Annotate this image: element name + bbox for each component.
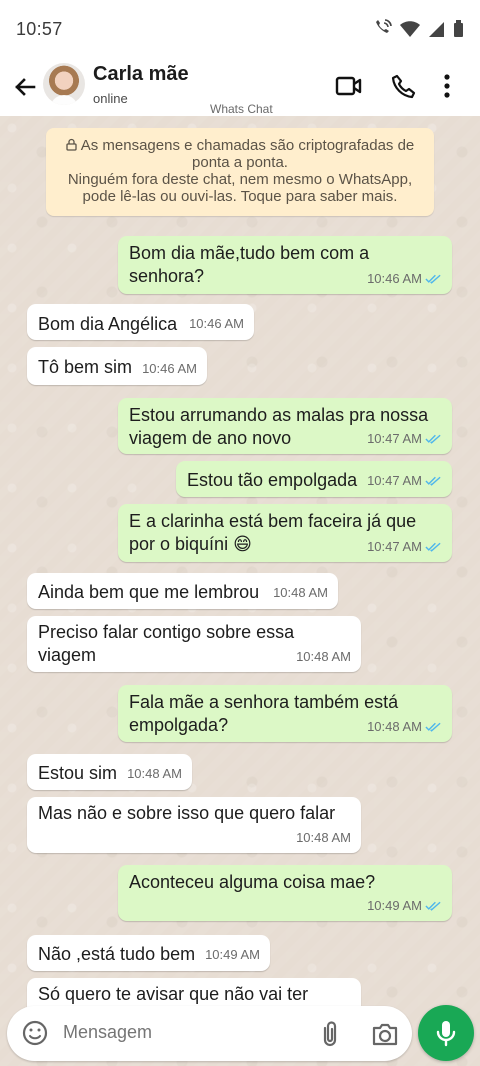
camera-button[interactable]	[370, 1020, 400, 1048]
encryption-line-3: Ninguém fora deste chat, nem mesmo o Wha…	[67, 171, 413, 188]
encryption-notice[interactable]: As mensagens e chamadas são criptografad…	[46, 128, 434, 216]
chat-header: Carla mãe online Whats Chat	[0, 58, 480, 116]
paperclip-icon	[323, 1021, 337, 1047]
phone-icon	[391, 74, 416, 99]
message-text-line: viagem de ano novo	[129, 428, 292, 448]
read-tick-icon	[425, 274, 441, 284]
message-out-4[interactable]: E a clarinha está bem faceira já que por …	[118, 504, 452, 562]
message-in-7[interactable]: Não ,está tudo bem 10:49 AM	[27, 935, 270, 971]
status-icons	[372, 19, 464, 39]
status-bar: 10:57	[0, 0, 480, 58]
message-out-3[interactable]: Estou tão empolgada 10:47 AM	[176, 461, 452, 497]
message-text-line: Só quero te avisar que não vai ter	[38, 984, 309, 1004]
message-text-line: Estou tão empolgada	[187, 470, 358, 490]
message-in-3[interactable]: Ainda bem que me lembrou 10:48 AM	[27, 573, 338, 609]
signal-icon	[429, 21, 444, 37]
wifi-call-icon	[376, 19, 392, 33]
attach-button[interactable]	[316, 1019, 342, 1049]
encryption-line-1: As mensagens e chamadas são criptografad…	[46, 137, 434, 154]
microphone-icon	[436, 1021, 456, 1047]
message-time: 10:49 AM	[367, 898, 422, 913]
message-text-line: por o biquíni 😄	[129, 534, 252, 554]
chat-area[interactable]: As mensagens e chamadas são criptografad…	[0, 116, 480, 1066]
message-text-line: viagem	[38, 645, 97, 665]
app-title: Whats Chat	[210, 102, 273, 116]
more-options-button[interactable]	[432, 71, 462, 101]
message-in-5[interactable]: Estou sim 10:48 AM	[27, 754, 192, 790]
message-in-4[interactable]: Preciso falar contigo sobre essa viagem 1…	[27, 616, 361, 672]
arrow-left-icon	[15, 78, 36, 96]
message-text-line: Tô bem sim	[38, 357, 133, 377]
more-vertical-icon	[444, 74, 450, 98]
message-text-line: Estou sim	[38, 763, 118, 783]
message-time: 10:48 AM	[296, 649, 351, 664]
read-tick-icon	[425, 901, 441, 911]
video-call-button[interactable]	[334, 71, 364, 101]
message-text-line: Bom dia Angélica	[38, 314, 178, 334]
message-time: 10:47 AM	[367, 431, 422, 446]
message-text-line: Estou arrumando as malas pra nossa	[129, 405, 429, 425]
emoji-button[interactable]	[21, 1019, 49, 1047]
read-tick-icon	[425, 434, 441, 444]
message-text-line: E a clarinha está bem faceira já que	[129, 511, 417, 531]
message-text-line: senhora?	[129, 266, 205, 286]
message-text-line: empolgada?	[129, 715, 229, 735]
back-button[interactable]	[10, 72, 40, 102]
message-time: 10:48 AM	[367, 719, 422, 734]
message-time: 10:46 AM	[189, 316, 244, 331]
message-out-6[interactable]: Aconteceu alguma coisa mae? 10:49 AM	[118, 865, 452, 921]
status-time: 10:57	[16, 18, 63, 39]
camera-icon	[372, 1023, 398, 1046]
lock-icon	[66, 138, 77, 151]
read-tick-icon	[425, 722, 441, 732]
message-text-line: Não ,está tudo bem	[38, 944, 196, 964]
message-composer	[7, 1006, 412, 1061]
message-input[interactable]	[63, 1022, 303, 1043]
encryption-text-1: As mensagens e chamadas são criptografad…	[80, 137, 415, 154]
voice-call-button[interactable]	[389, 71, 419, 101]
wifi-icon	[400, 21, 420, 37]
encryption-line-2: ponta a ponta.	[192, 154, 288, 171]
battery-icon	[454, 20, 463, 37]
read-tick-icon	[425, 542, 441, 552]
message-text-line: Bom dia mãe,tudo bem com a	[129, 243, 370, 263]
message-time: 10:48 AM	[273, 585, 328, 600]
message-time: 10:47 AM	[367, 539, 422, 554]
message-out-1[interactable]: Bom dia mãe,tudo bem com a senhora? 10:46…	[118, 236, 452, 294]
contact-status: online	[93, 91, 128, 106]
message-text-line: Aconteceu alguma coisa mae?	[129, 872, 376, 892]
emoji-icon	[22, 1020, 48, 1046]
message-time: 10:47 AM	[367, 473, 422, 488]
message-text-line: Mas não e sobre isso que quero falar	[38, 803, 336, 823]
message-text-line: Preciso falar contigo sobre essa	[38, 622, 295, 642]
encryption-line-4: pode lê-las ou ouvi-las. Toque para sabe…	[82, 188, 398, 205]
message-in-6[interactable]: Mas não e sobre isso que quero falar 10:…	[27, 797, 361, 853]
message-time: 10:48 AM	[127, 766, 182, 781]
message-out-2[interactable]: Estou arrumando as malas pra nossa viagem…	[118, 398, 452, 454]
message-out-5[interactable]: Fala mãe a senhora também está empolgada?…	[118, 685, 452, 742]
message-text-line: Ainda bem que me lembrou	[38, 582, 260, 602]
message-time: 10:46 AM	[367, 271, 422, 286]
message-time: 10:49 AM	[205, 947, 260, 962]
message-in-2[interactable]: Tô bem sim 10:46 AM	[27, 347, 207, 385]
read-tick-icon	[425, 476, 441, 486]
contact-avatar[interactable]	[43, 63, 85, 105]
message-time: 10:48 AM	[296, 830, 351, 845]
video-camera-icon	[335, 76, 362, 96]
message-text-line: Fala mãe a senhora também está	[129, 692, 399, 712]
contact-name[interactable]: Carla mãe	[93, 63, 189, 86]
message-time: 10:46 AM	[142, 361, 197, 376]
microphone-button[interactable]	[418, 1005, 474, 1061]
message-in-1[interactable]: Bom dia Angélica 10:46 AM	[27, 304, 254, 340]
